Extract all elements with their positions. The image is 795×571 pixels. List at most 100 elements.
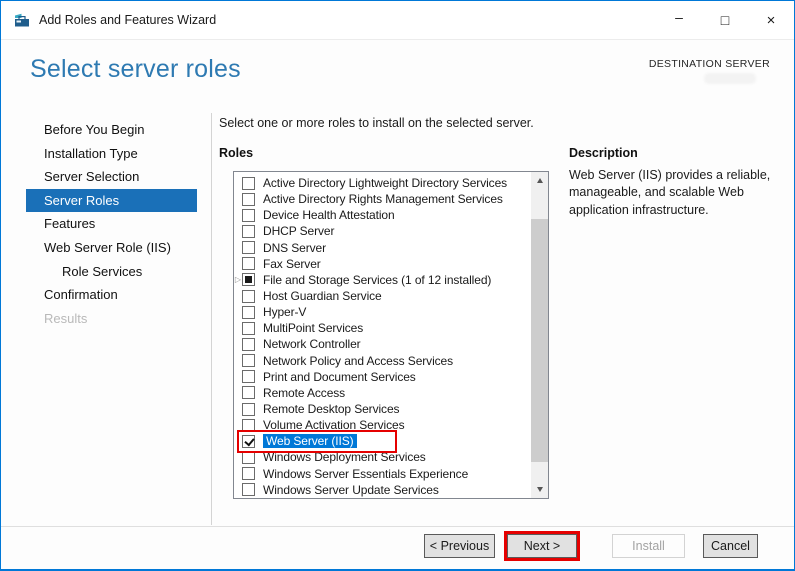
role-label: Windows Deployment Services	[263, 450, 426, 465]
instruction-text: Select one or more roles to install on t…	[219, 116, 534, 130]
role-checkbox[interactable]	[242, 257, 255, 271]
role-checkbox[interactable]	[242, 402, 255, 416]
role-label: DNS Server	[263, 240, 327, 255]
add-roles-features-wizard-window: Add Roles and Features Wizard – □ × Sele…	[0, 0, 795, 571]
role-checkbox[interactable]	[242, 273, 255, 287]
sidebar-item-label: Installation Type	[44, 145, 138, 161]
role-checkbox[interactable]	[242, 224, 255, 238]
role-label: Web Server (IIS)	[263, 434, 357, 449]
roles-scrollbar[interactable]	[531, 172, 548, 498]
role-row[interactable]: Hyper-V	[234, 304, 531, 320]
role-row[interactable]: DNS Server	[234, 240, 531, 256]
role-row[interactable]: Host Guardian Service	[234, 288, 531, 304]
scroll-down-icon[interactable]	[531, 481, 548, 498]
description-text: Web Server (IIS) provides a reliable, ma…	[569, 168, 771, 217]
sidebar-item-web-server-role-iis-[interactable]: Web Server Role (IIS)	[26, 236, 197, 260]
role-checkbox[interactable]	[242, 450, 255, 464]
previous-button[interactable]: < Previous	[424, 534, 495, 558]
next-button[interactable]: Next >	[504, 531, 580, 561]
role-checkbox[interactable]	[242, 467, 255, 481]
role-row[interactable]: Web Server (IIS)	[234, 429, 531, 453]
role-label: Active Directory Lightweight Directory S…	[263, 176, 508, 191]
close-icon[interactable]: ×	[748, 1, 794, 39]
destination-server-label: DESTINATION SERVER	[648, 58, 770, 70]
role-row[interactable]: Remote Desktop Services	[234, 401, 531, 417]
role-row[interactable]: Print and Document Services	[234, 369, 531, 385]
footer-divider	[1, 526, 794, 527]
role-label: File and Storage Services (1 of 12 insta…	[263, 272, 492, 287]
role-row[interactable]: Remote Access	[234, 385, 531, 401]
sidebar-item-server-roles[interactable]: Server Roles	[26, 188, 197, 213]
role-row[interactable]: Fax Server	[234, 256, 531, 272]
role-label: Device Health Attestation	[263, 208, 395, 223]
sidebar-item-confirmation[interactable]: Confirmation	[26, 283, 197, 307]
role-row[interactable]: Windows Deployment Services	[234, 449, 531, 465]
window-controls: – □ ×	[656, 1, 794, 39]
sidebar-item-label: Server Selection	[44, 169, 140, 185]
role-label: Network Policy and Access Services	[263, 353, 454, 368]
role-row[interactable]: Device Health Attestation	[234, 207, 531, 223]
sidebar-item-label: Features	[44, 216, 96, 232]
role-checkbox[interactable]	[242, 289, 255, 303]
role-row[interactable]: Active Directory Rights Management Servi…	[234, 191, 531, 207]
roles-column-header: Roles	[219, 146, 254, 160]
role-row[interactable]: MultiPoint Services	[234, 320, 531, 336]
description-header: Description	[569, 146, 638, 160]
expander-icon[interactable]: ▷	[234, 275, 242, 284]
role-label: Network Controller	[263, 337, 361, 352]
server-manager-toolbox-icon	[14, 12, 30, 28]
role-row[interactable]: Windows Server Update Services	[234, 482, 531, 498]
scrollbar-thumb[interactable]	[531, 219, 548, 462]
roles-listbox: Active Directory Lightweight Directory S…	[233, 171, 549, 499]
role-row[interactable]: Volume Activation Services	[234, 417, 531, 433]
sidebar-item-installation-type[interactable]: Installation Type	[26, 142, 197, 166]
title-bar[interactable]: Add Roles and Features Wizard – □ ×	[1, 1, 794, 40]
role-label: Remote Desktop Services	[263, 402, 400, 417]
sidebar-item-before-you-begin[interactable]: Before You Begin	[26, 118, 197, 142]
minimize-icon[interactable]: –	[656, 1, 702, 39]
role-checkbox[interactable]	[242, 354, 255, 368]
role-label: Remote Access	[263, 385, 346, 400]
role-checkbox[interactable]	[242, 337, 255, 351]
sidebar-item-features[interactable]: Features	[26, 212, 197, 236]
install-button[interactable]: Install	[612, 534, 685, 558]
role-label: Host Guardian Service	[263, 289, 382, 304]
role-checkbox[interactable]	[242, 192, 255, 206]
role-row[interactable]: ▷ File and Storage Services (1 of 12 ins…	[234, 272, 531, 288]
maximize-icon[interactable]: □	[702, 1, 748, 39]
role-checkbox[interactable]	[242, 176, 255, 190]
sidebar-item-results[interactable]: Results	[26, 307, 197, 331]
role-row[interactable]: Network Controller	[234, 336, 531, 352]
role-checkbox[interactable]	[242, 208, 255, 222]
sidebar-item-label: Server Roles	[44, 192, 120, 208]
sidebar-divider	[211, 113, 212, 525]
sidebar-item-label: Role Services	[62, 263, 143, 279]
role-checkbox[interactable]	[242, 483, 255, 497]
role-checkbox[interactable]	[242, 434, 255, 448]
role-label: MultiPoint Services	[263, 321, 364, 336]
sidebar-item-server-selection[interactable]: Server Selection	[26, 165, 197, 189]
cancel-button[interactable]: Cancel	[703, 534, 758, 558]
role-row[interactable]: DHCP Server	[234, 223, 531, 239]
role-checkbox[interactable]	[242, 321, 255, 335]
role-label: Volume Activation Services	[263, 418, 405, 433]
role-checkbox[interactable]	[242, 386, 255, 400]
sidebar-item-label: Before You Begin	[44, 122, 145, 137]
role-label: Fax Server	[263, 256, 321, 271]
role-checkbox[interactable]	[242, 418, 255, 432]
role-row[interactable]: Active Directory Lightweight Directory S…	[234, 175, 531, 191]
role-label: Print and Document Services	[263, 369, 416, 384]
role-checkbox[interactable]	[242, 305, 255, 319]
role-checkbox[interactable]	[242, 370, 255, 384]
scroll-up-icon[interactable]	[531, 172, 548, 189]
role-label: Hyper-V	[263, 305, 307, 320]
role-row[interactable]: Windows Server Essentials Experience	[234, 466, 531, 482]
role-row[interactable]: Network Policy and Access Services	[234, 353, 531, 369]
sidebar-nav: Before You Begin Installation Type Serve…	[26, 118, 197, 330]
role-label: DHCP Server	[263, 224, 335, 239]
sidebar-item-label: Results	[44, 310, 88, 326]
role-label: Active Directory Rights Management Servi…	[263, 192, 503, 207]
role-checkbox[interactable]	[242, 241, 255, 255]
sidebar-item-role-services[interactable]: Role Services	[26, 260, 197, 284]
roles-list-rows: Active Directory Lightweight Directory S…	[234, 172, 531, 498]
